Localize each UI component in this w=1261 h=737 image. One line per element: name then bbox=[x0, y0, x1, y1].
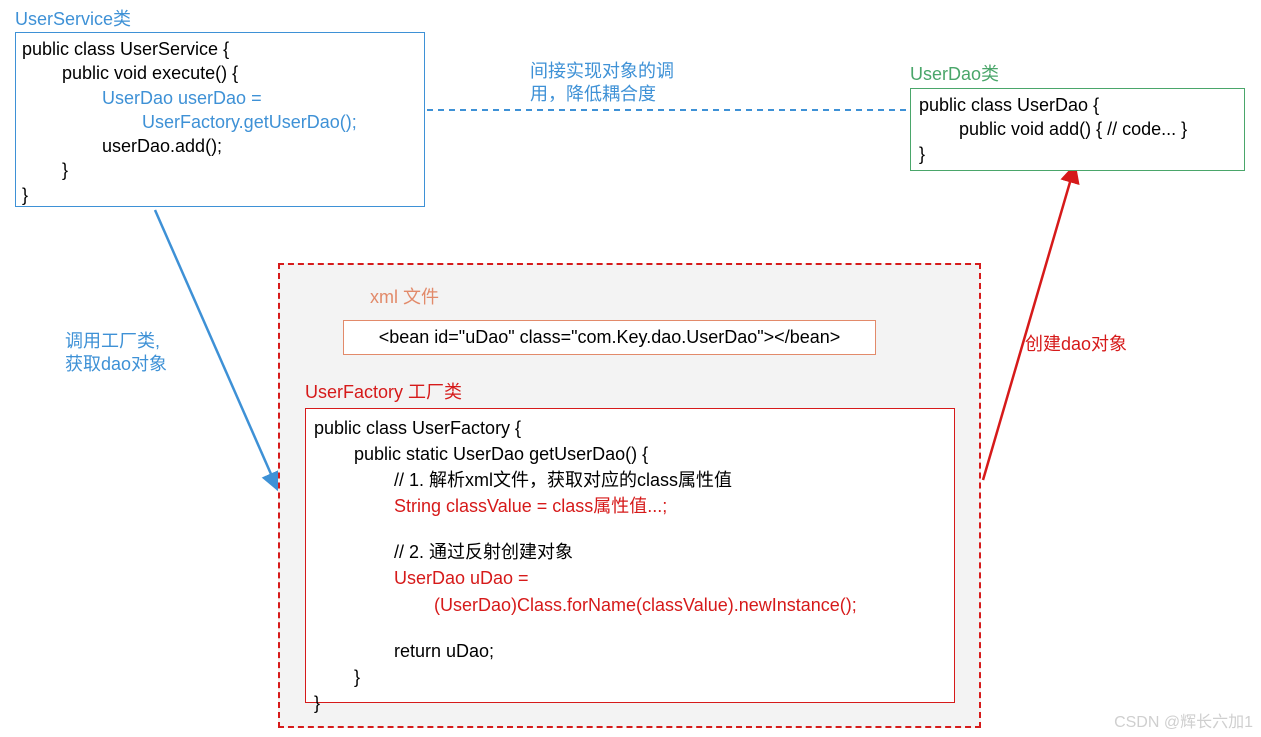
code-line: // 2. 通过反射创建对象 bbox=[314, 539, 946, 565]
middle-annotation: 间接实现对象的调 用，降低耦合度 bbox=[530, 60, 674, 105]
code-line: public void add() { // code... } bbox=[919, 117, 1236, 141]
code-line: UserFactory.getUserDao(); bbox=[22, 110, 418, 134]
code-line: public static UserDao getUserDao() { bbox=[314, 441, 946, 467]
left-annotation: 调用工厂类, 获取dao对象 bbox=[65, 330, 167, 375]
code-line: UserDao userDao = bbox=[22, 86, 418, 110]
watermark: CSDN @辉长六加1 bbox=[1114, 708, 1253, 732]
code-line: userDao.add(); bbox=[22, 134, 418, 158]
userfactory-box: public class UserFactory { public static… bbox=[305, 408, 955, 703]
userdao-box: public class UserDao { public void add()… bbox=[910, 88, 1245, 171]
userfactory-title: UserFactory 工厂类 bbox=[305, 378, 462, 404]
code-line: } bbox=[314, 664, 946, 690]
annotation-line: 用，降低耦合度 bbox=[530, 83, 674, 106]
userservice-title: UserService类 bbox=[15, 5, 131, 31]
code-line: (UserDao)Class.forName(classValue).newIn… bbox=[314, 592, 946, 618]
xml-content: <bean id="uDao" class="com.Key.dao.UserD… bbox=[379, 327, 841, 347]
code-line: } bbox=[22, 183, 418, 207]
xml-box: <bean id="uDao" class="com.Key.dao.UserD… bbox=[343, 320, 876, 355]
code-line: return uDao; bbox=[314, 638, 946, 664]
userdao-title: UserDao类 bbox=[910, 60, 999, 86]
annotation-line: 间接实现对象的调 bbox=[530, 60, 674, 83]
code-line: } bbox=[919, 142, 1236, 166]
code-line: public void execute() { bbox=[22, 61, 418, 85]
annotation-line: 获取dao对象 bbox=[65, 353, 167, 376]
code-line: } bbox=[314, 690, 946, 716]
code-line: } bbox=[22, 158, 418, 182]
userservice-box: public class UserService { public void e… bbox=[15, 32, 425, 207]
code-line: public class UserFactory { bbox=[314, 415, 946, 441]
right-annotation: 创建dao对象 bbox=[1025, 330, 1127, 356]
code-line: String classValue = class属性值...; bbox=[314, 493, 946, 519]
code-line: public class UserService { bbox=[22, 37, 418, 61]
code-line: UserDao uDao = bbox=[314, 565, 946, 591]
code-line: // 1. 解析xml文件，获取对应的class属性值 bbox=[314, 467, 946, 493]
annotation-line: 调用工厂类, bbox=[65, 330, 167, 353]
code-line: public class UserDao { bbox=[919, 93, 1236, 117]
xml-title: xml 文件 bbox=[370, 283, 439, 309]
